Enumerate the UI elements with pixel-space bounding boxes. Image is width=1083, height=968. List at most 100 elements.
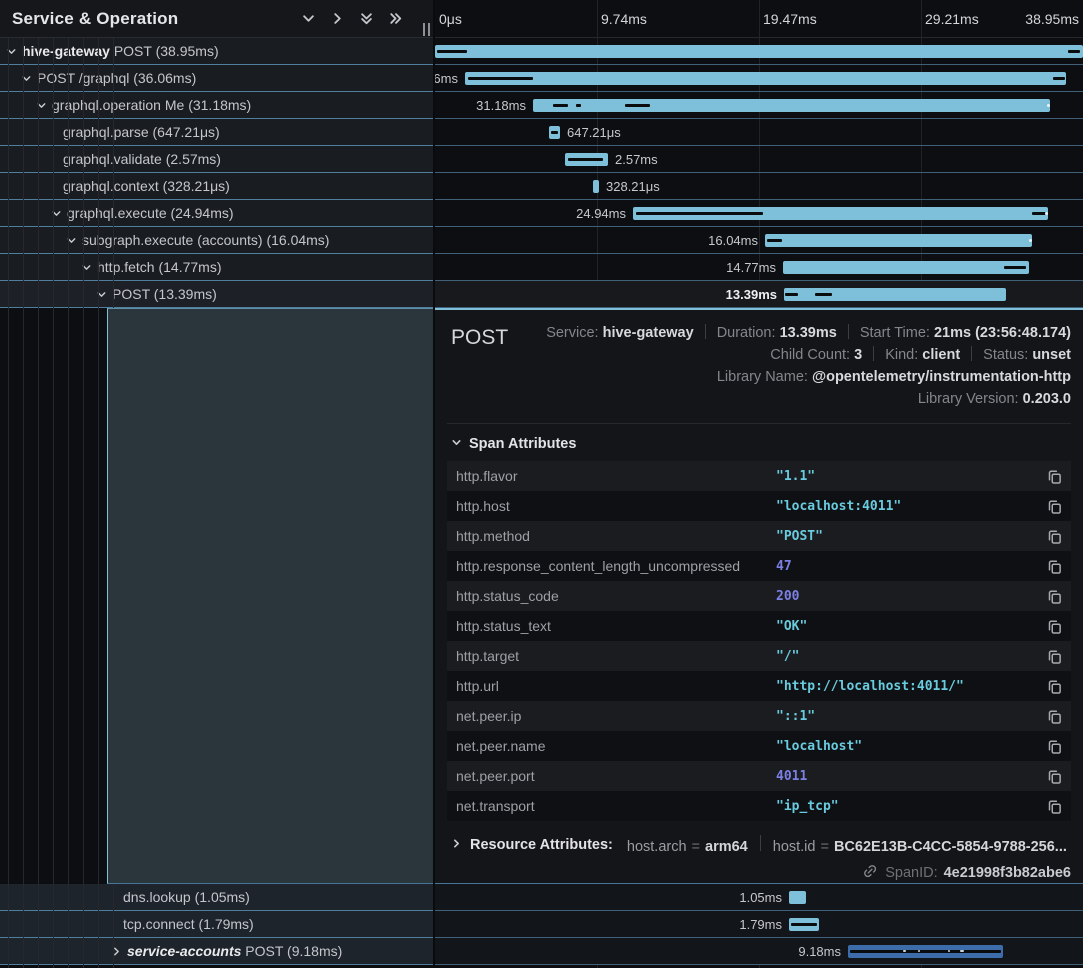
copy-icon[interactable]: [1043, 645, 1065, 667]
resource-attributes-row[interactable]: Resource Attributes: host.arch=arm64host…: [451, 835, 1071, 855]
span-row[interactable]: tcp.connect (1.79ms)1.79ms: [0, 911, 1083, 938]
service-operation-title: Service & Operation: [12, 9, 178, 29]
span-bar[interactable]: [848, 945, 1003, 958]
chevron-down-icon[interactable]: [298, 9, 318, 29]
span-name-cell[interactable]: graphql.parse (647.21μs): [0, 119, 433, 146]
span-row[interactable]: subgraph.execute (accounts) (16.04ms) 16.…: [0, 227, 1083, 254]
copy-icon[interactable]: [1043, 705, 1065, 727]
copy-icon[interactable]: [1043, 795, 1065, 817]
span-bar[interactable]: [435, 45, 1083, 58]
self-time-segment: [1068, 50, 1080, 53]
attribute-row: http.flavor"1.1": [447, 461, 1071, 491]
span-name-cell[interactable]: graphql.validate (2.57ms): [0, 146, 433, 173]
link-icon[interactable]: [860, 860, 884, 884]
span-timeline-cell[interactable]: 1.05ms: [435, 884, 1083, 911]
span-timeline-cell[interactable]: 31.18ms: [435, 92, 1083, 119]
attribute-value: 200: [776, 589, 1043, 604]
span-attributes-toggle[interactable]: Span Attributes: [451, 436, 1071, 452]
span-name-cell[interactable]: tcp.connect (1.79ms): [0, 911, 433, 938]
attribute-key: http.flavor: [456, 468, 776, 484]
attribute-value: "ip_tcp": [776, 799, 1043, 814]
span-duration-label: 9.18ms: [798, 944, 841, 959]
span-name-label: graphql.execute (24.94ms): [67, 205, 234, 221]
span-timeline-cell[interactable]: 2.57ms: [435, 146, 1083, 173]
span-name-cell[interactable]: service-accounts POST (9.18ms): [0, 938, 433, 965]
span-name-cell[interactable]: dns.lookup (1.05ms): [0, 884, 433, 911]
span-detail-panel: POST Service: hive-gatewayDuration: 13.3…: [435, 308, 1083, 884]
self-time-segment: [636, 212, 763, 215]
span-timeline-cell[interactable]: 647.21μs: [435, 119, 1083, 146]
copy-icon[interactable]: [1043, 525, 1065, 547]
span-bar[interactable]: [549, 126, 560, 139]
copy-icon[interactable]: [1043, 495, 1065, 517]
copy-icon[interactable]: [1043, 555, 1065, 577]
span-bar[interactable]: [633, 207, 1048, 220]
span-row[interactable]: graphql.parse (647.21μs)647.21μs: [0, 119, 1083, 146]
span-timeline-cell[interactable]: 1.79ms: [435, 911, 1083, 938]
span-name-cell[interactable]: http.fetch (14.77ms): [0, 254, 433, 281]
span-row[interactable]: service-accounts POST (9.18ms) 9.18ms: [0, 938, 1083, 965]
copy-icon[interactable]: [1043, 585, 1065, 607]
span-bar[interactable]: [783, 261, 1029, 274]
span-bar[interactable]: [789, 918, 819, 931]
meta-value: client: [922, 347, 960, 363]
meta-value: 13.39ms: [780, 325, 837, 341]
span-bar[interactable]: [765, 234, 1032, 247]
span-row[interactable]: graphql.context (328.21μs)328.21μs: [0, 173, 1083, 200]
span-name-cell[interactable]: POST /graphql (36.06ms): [0, 65, 433, 92]
span-name-cell[interactable]: POST (13.39ms): [0, 281, 433, 308]
meta-value: hive-gateway: [603, 325, 694, 341]
span-row[interactable]: graphql.operation Me (31.18ms) 31.18ms: [0, 92, 1083, 119]
span-row[interactable]: hive-gateway POST (38.95ms)38.95ms: [0, 38, 1083, 65]
span-meta-line: Service: hive-gatewayDuration: 13.39msSt…: [546, 322, 1071, 344]
span-bar[interactable]: [565, 153, 608, 166]
span-timeline-cell[interactable]: 14.77ms: [435, 254, 1083, 281]
chevrons-down-icon[interactable]: [356, 9, 376, 29]
column-resize-handle[interactable]: [423, 23, 430, 36]
divider: [447, 423, 1071, 424]
span-row[interactable]: POST (13.39ms)13.39ms: [0, 281, 1083, 308]
attribute-row: http.status_code200: [447, 581, 1071, 611]
span-row[interactable]: http.fetch (14.77ms)14.77ms: [0, 254, 1083, 281]
copy-icon[interactable]: [1043, 765, 1065, 787]
span-bar[interactable]: [465, 72, 1066, 85]
span-name-label: graphql.operation Me (31.18ms): [52, 97, 251, 113]
span-name-cell[interactable]: graphql.operation Me (31.18ms): [0, 92, 433, 119]
service-operation-header: Service & Operation: [0, 0, 433, 38]
span-name-label: subgraph.execute (accounts) (16.04ms): [82, 232, 329, 248]
span-bar[interactable]: [784, 288, 1006, 301]
span-row[interactable]: POST /graphql (36.06ms)36.06ms: [0, 65, 1083, 92]
bar-end-dot: [1047, 104, 1050, 107]
span-timeline-cell[interactable]: 13.39ms: [435, 281, 1083, 308]
span-timeline-cell[interactable]: 9.18ms: [435, 938, 1083, 965]
span-row[interactable]: graphql.validate (2.57ms)2.57ms: [0, 146, 1083, 173]
span-bar[interactable]: [533, 99, 1050, 112]
separator: [971, 346, 972, 361]
copy-icon[interactable]: [1043, 675, 1065, 697]
copy-icon[interactable]: [1043, 615, 1065, 637]
span-name-cell[interactable]: hive-gateway POST (38.95ms): [0, 38, 433, 65]
meta-value: 21ms (23:56:48.174): [934, 325, 1071, 341]
span-name-cell[interactable]: graphql.context (328.21μs): [0, 173, 433, 200]
span-duration-label: 16.04ms: [708, 233, 758, 248]
span-name-cell[interactable]: subgraph.execute (accounts) (16.04ms): [0, 227, 433, 254]
copy-icon[interactable]: [1043, 735, 1065, 757]
chevrons-right-icon[interactable]: [385, 9, 405, 29]
span-timeline-cell[interactable]: 16.04ms: [435, 227, 1083, 254]
attribute-row: http.method"POST": [447, 521, 1071, 551]
chevron-right-icon[interactable]: [327, 9, 347, 29]
span-timeline-cell[interactable]: 24.94ms: [435, 200, 1083, 227]
span-name-cell[interactable]: graphql.execute (24.94ms): [0, 200, 433, 227]
span-row[interactable]: graphql.execute (24.94ms) 24.94ms: [0, 200, 1083, 227]
service-name: service-accounts: [127, 943, 241, 959]
span-bar[interactable]: [789, 891, 806, 904]
copy-icon[interactable]: [1043, 465, 1065, 487]
resource-value: BC62E13B-C4CC-5854-9788-256...: [834, 839, 1067, 855]
span-row[interactable]: dns.lookup (1.05ms)1.05ms: [0, 884, 1083, 911]
span-bar[interactable]: [593, 180, 599, 193]
span-meta-line: Library Version: 0.203.0: [546, 388, 1071, 410]
span-timeline-cell[interactable]: 328.21μs: [435, 173, 1083, 200]
span-timeline-cell[interactable]: 38.95ms: [435, 38, 1083, 65]
attribute-row: http.host"localhost:4011": [447, 491, 1071, 521]
span-timeline-cell[interactable]: 36.06ms: [435, 65, 1083, 92]
